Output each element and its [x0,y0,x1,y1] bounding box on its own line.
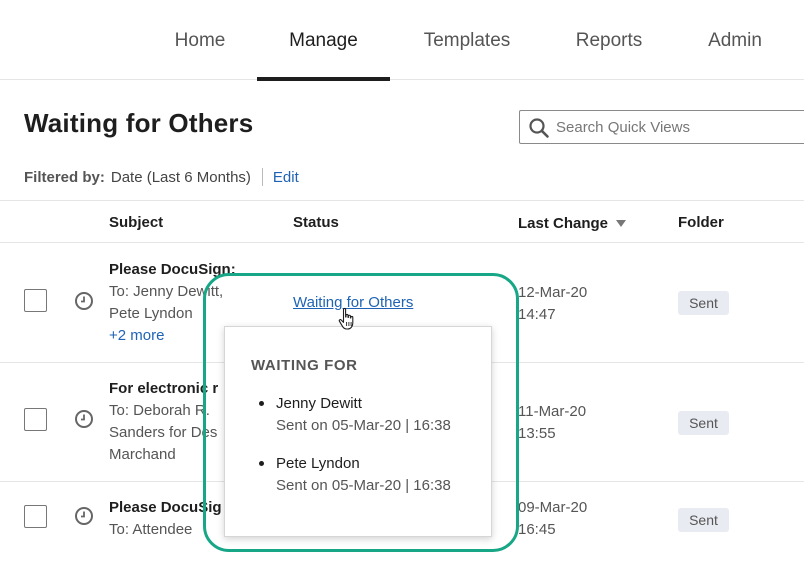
column-header-folder[interactable]: Folder [678,214,724,231]
clock-icon [75,292,93,310]
last-change-date: 11-Mar-20 [518,403,587,420]
recipient-line: Sanders for Des [109,424,218,441]
recipient-line: To: Jenny Dewitt, [109,283,224,300]
waiting-for-popover: WAITING FOR Jenny Dewitt Sent on 05-Mar-… [224,326,492,537]
column-header-subject[interactable]: Subject [109,214,163,231]
last-change-date: 12-Mar-20 [518,284,588,301]
nav-tab-reports[interactable]: Reports [566,0,652,80]
nav-tab-admin[interactable]: Admin [698,0,772,80]
envelope-subject[interactable]: For electronic r [109,378,218,400]
hand-cursor-icon [338,307,354,330]
recipient-line: To: Deborah R. [109,402,210,419]
last-change-time: 13:55 [518,425,556,442]
filter-divider [261,168,263,186]
last-change-cell: 11-Mar-20 13:55 [518,401,586,445]
nav-tab-templates[interactable]: Templates [413,0,521,80]
recipient-name: Jenny Dewitt [276,395,362,412]
filter-bar: Filtered by: Date (Last 6 Months) Edit [24,168,299,188]
recipient-sent-date: Sent on 05-Mar-20 | 16:38 [276,477,451,494]
column-header-last-change[interactable]: Last Change [518,215,627,232]
last-change-cell: 09-Mar-20 16:45 [518,497,587,541]
row-checkbox[interactable] [24,408,47,431]
recipient-line: To: Attendee [109,521,193,538]
envelope-subject[interactable]: Please DocuSig [109,497,222,519]
last-change-date: 09-Mar-20 [518,499,588,516]
folder-badge: Sent [678,291,729,315]
filter-value: Date (Last 6 Months) [110,169,251,186]
row-checkbox[interactable] [24,505,47,528]
envelope-subject[interactable]: Please DocuSign: [109,259,236,281]
table-row-subject[interactable]: For electronic r To: Deborah R. Sanders … [109,378,218,466]
page-title: Waiting for Others [24,108,254,138]
recipient-line: Marchand [109,446,176,463]
list-item: Jenny Dewitt Sent on 05-Mar-20 | 16:38 [259,393,451,437]
folder-badge: Sent [678,508,729,532]
last-change-cell: 12-Mar-20 14:47 [518,282,587,326]
search-icon [529,118,549,138]
list-item: Pete Lyndon Sent on 05-Mar-20 | 16:38 [259,453,451,497]
table-row-subject[interactable]: Please DocuSign: To: Jenny Dewitt, Pete … [109,259,236,347]
recipient-sent-date: Sent on 05-Mar-20 | 16:38 [276,417,451,434]
column-header-last-change-label: Last Change [518,215,609,232]
popover-title: WAITING FOR [251,357,358,374]
clock-icon [75,507,93,525]
recipient-name: Pete Lyndon [276,455,360,472]
nav-tab-home[interactable]: Home [166,0,234,80]
clock-icon [75,410,93,428]
table-row-subject[interactable]: Please DocuSig To: Attendee [109,497,222,541]
waiting-for-list: Jenny Dewitt Sent on 05-Mar-20 | 16:38 P… [259,393,451,513]
last-change-time: 16:45 [518,521,556,538]
folder-badge: Sent [678,411,729,435]
column-header-status[interactable]: Status [293,214,339,231]
last-change-time: 14:47 [518,306,556,323]
search-box[interactable] [519,110,804,144]
search-input[interactable] [556,111,804,143]
recipient-line: Pete Lyndon [109,305,193,322]
row-checkbox[interactable] [24,289,47,312]
more-recipients-link[interactable]: +2 more [109,325,236,347]
filter-edit-link[interactable]: Edit [273,169,299,186]
filter-label: Filtered by: [24,169,105,186]
table-top-divider [0,200,804,201]
header-divider [0,242,804,243]
sort-descending-icon[interactable] [616,220,627,227]
nav-tab-manage[interactable]: Manage [257,0,390,81]
top-nav: Home Manage Templates Reports Admin [0,0,804,81]
